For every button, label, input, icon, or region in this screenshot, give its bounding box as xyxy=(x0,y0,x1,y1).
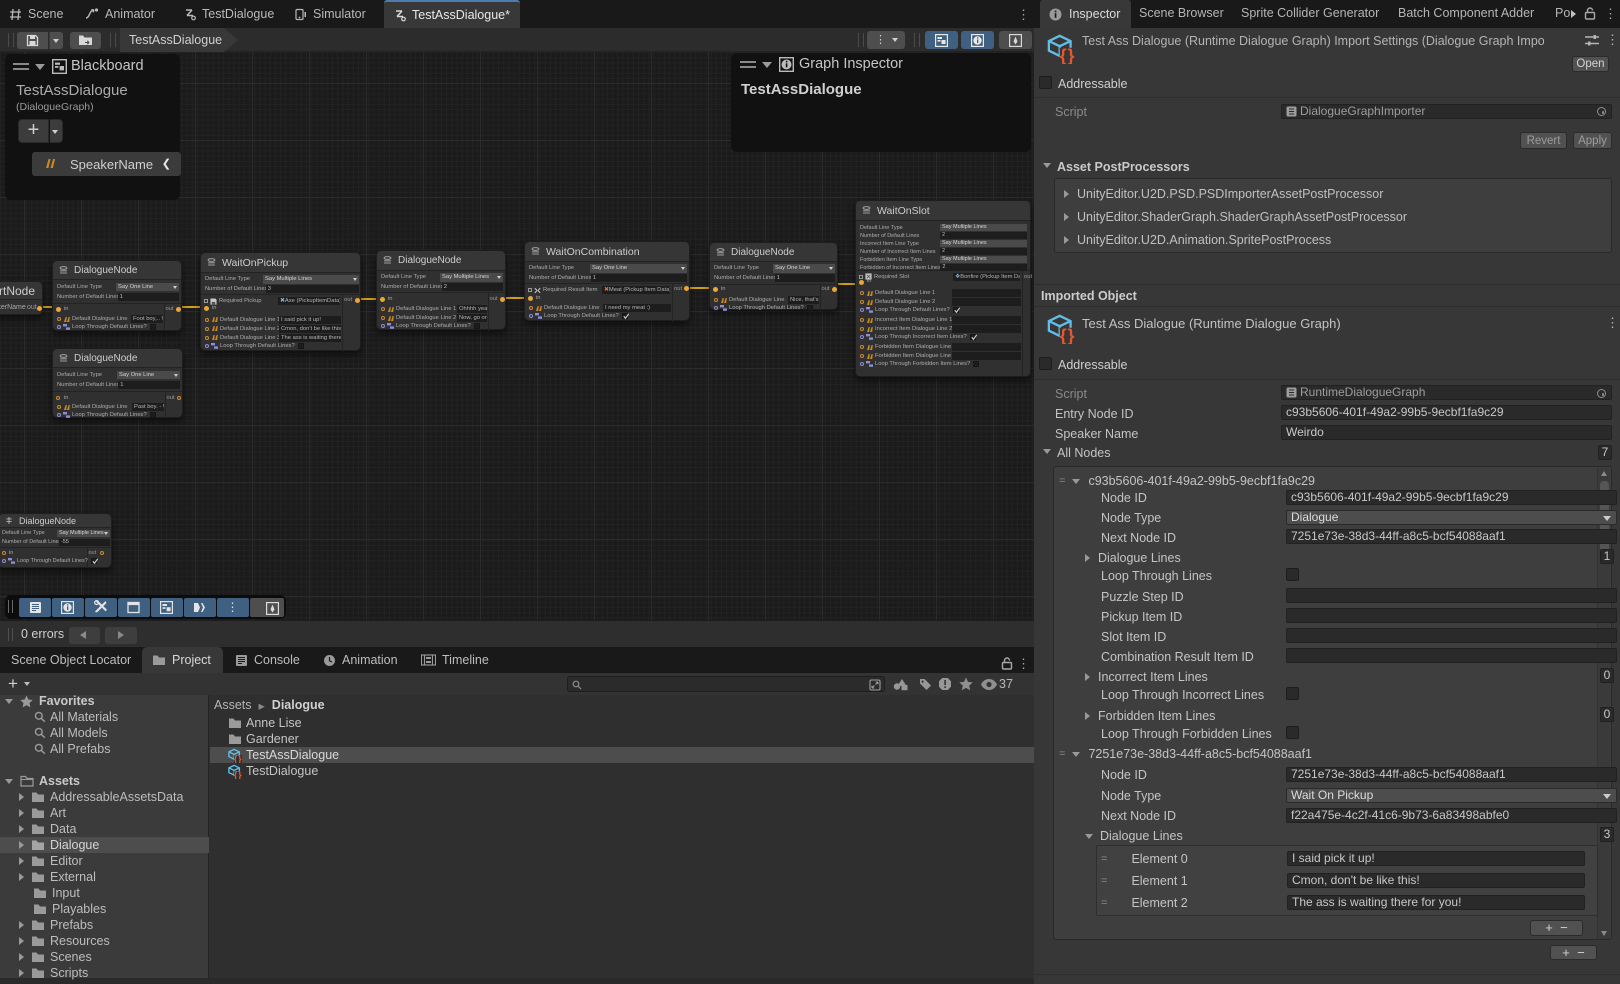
svg-text:}: } xyxy=(1067,46,1074,64)
svg-text:}: } xyxy=(238,770,242,778)
svg-text:{: { xyxy=(1060,326,1067,344)
svg-text:{: { xyxy=(1060,46,1067,64)
svg-text:}: } xyxy=(1067,326,1074,344)
svg-text:}: } xyxy=(238,754,242,762)
